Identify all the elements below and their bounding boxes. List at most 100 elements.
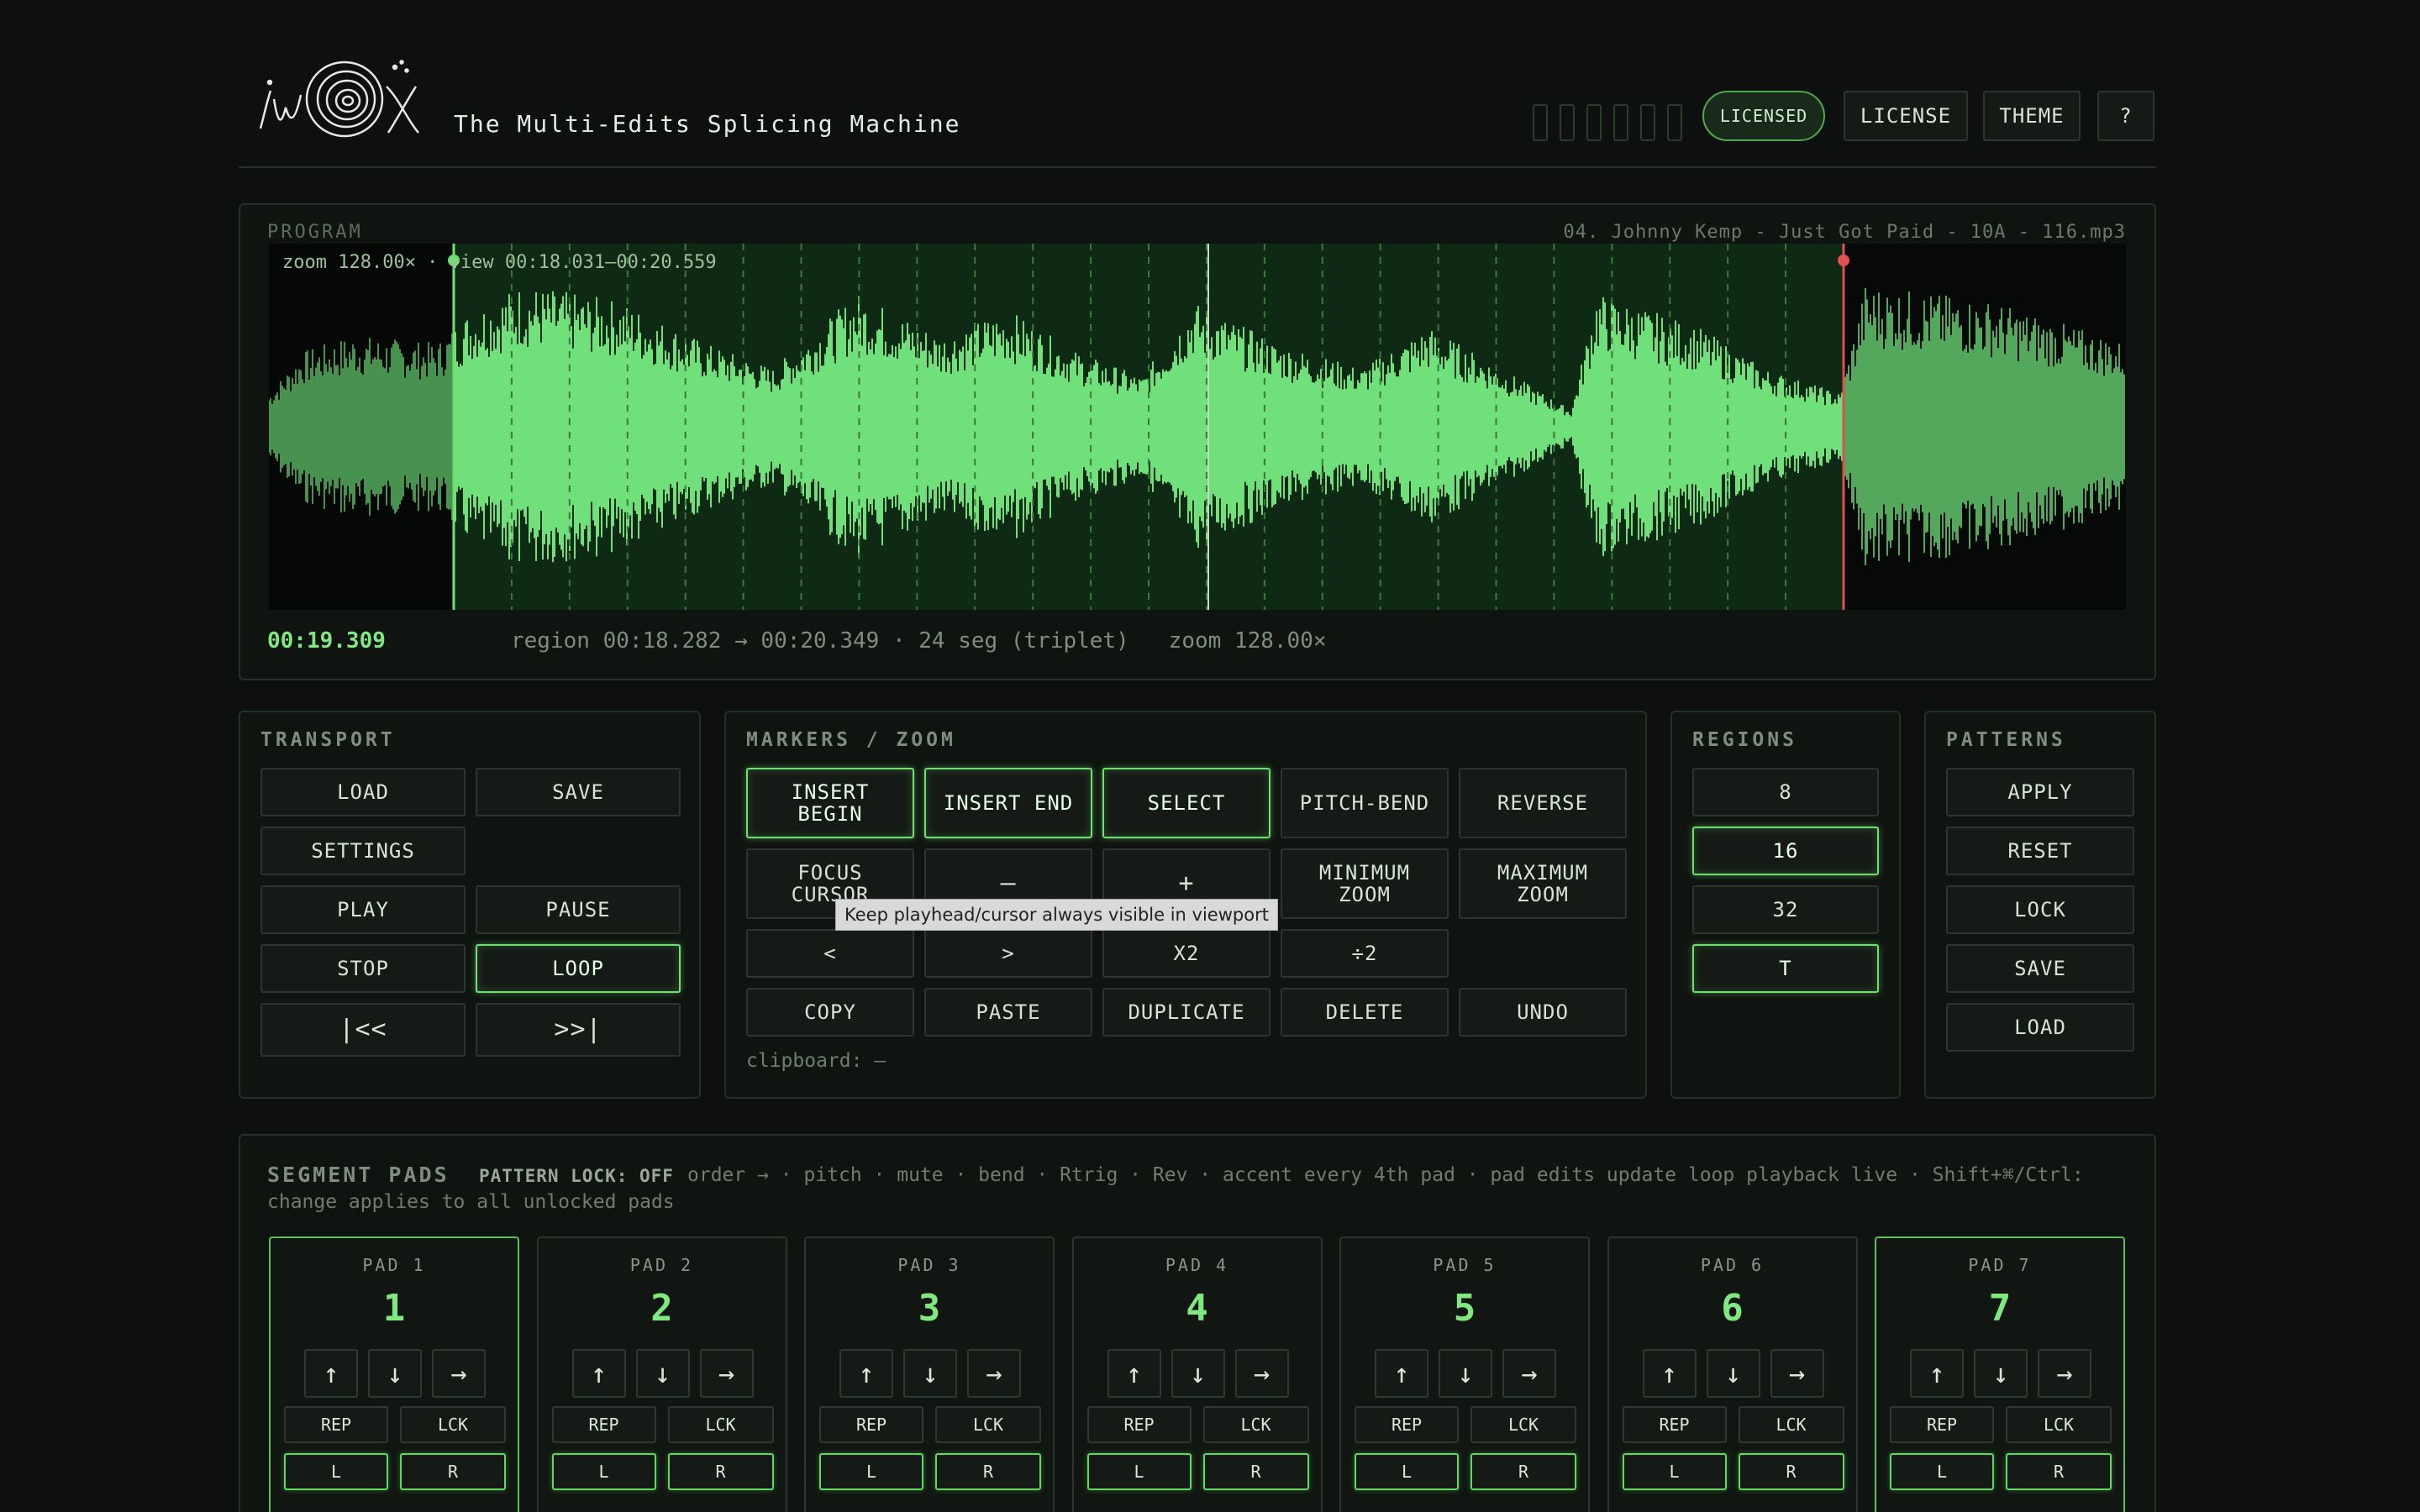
right-channel-button[interactable]: R: [1470, 1453, 1576, 1490]
play-button[interactable]: PLAY: [260, 885, 466, 934]
lock-pad-button[interactable]: LCK: [1738, 1406, 1844, 1443]
undo-button[interactable]: UNDO: [1459, 988, 1627, 1037]
arrow-right-icon[interactable]: →: [699, 1349, 754, 1398]
rep-button[interactable]: REP: [819, 1406, 923, 1443]
stop-button[interactable]: STOP: [260, 944, 466, 993]
arrow-up-icon[interactable]: ↑: [571, 1349, 626, 1398]
load-button[interactable]: LOAD: [260, 768, 466, 816]
nudge-right-button[interactable]: >: [924, 929, 1092, 978]
theme-button[interactable]: THEME: [1983, 91, 2081, 141]
region-32-button[interactable]: 32: [1692, 885, 1879, 934]
skip-forward-button[interactable]: >>|: [476, 1003, 681, 1057]
rep-button[interactable]: REP: [1890, 1406, 1994, 1443]
pattern-reset-button[interactable]: RESET: [1946, 827, 2134, 875]
left-channel-button[interactable]: L: [1890, 1453, 1994, 1490]
nudge-left-button[interactable]: <: [746, 929, 914, 978]
segment-pad[interactable]: PAD 66↑↓→REPLCKLRPITCH 0.0%: [1607, 1236, 1858, 1512]
region-end-handle[interactable]: [1838, 255, 1849, 266]
left-channel-button[interactable]: L: [1622, 1453, 1727, 1490]
arrow-right-icon[interactable]: →: [967, 1349, 1021, 1398]
arrow-right-icon[interactable]: →: [2038, 1349, 2091, 1398]
arrow-up-icon[interactable]: ↑: [1375, 1349, 1428, 1398]
arrow-down-icon[interactable]: ↓: [635, 1349, 690, 1398]
arrow-down-icon[interactable]: ↓: [1439, 1349, 1492, 1398]
lock-pad-button[interactable]: LCK: [1470, 1406, 1576, 1443]
right-channel-button[interactable]: R: [2006, 1453, 2112, 1490]
out-region-left: [269, 244, 454, 610]
right-channel-button[interactable]: R: [1738, 1453, 1844, 1490]
arrow-down-icon[interactable]: ↓: [1974, 1349, 2028, 1398]
help-button[interactable]: ?: [2097, 91, 2154, 141]
arrow-up-icon[interactable]: ↑: [1910, 1349, 1964, 1398]
rep-button[interactable]: REP: [284, 1406, 388, 1443]
segment-pads-help: order → · pitch · mute · bend · Rtrig · …: [687, 1164, 2084, 1186]
lock-pad-button[interactable]: LCK: [2006, 1406, 2112, 1443]
copy-button[interactable]: COPY: [746, 988, 914, 1037]
reverse-button[interactable]: REVERSE: [1459, 768, 1627, 838]
left-channel-button[interactable]: L: [1355, 1453, 1459, 1490]
right-channel-button[interactable]: R: [400, 1453, 506, 1490]
lock-pad-button[interactable]: LCK: [935, 1406, 1041, 1443]
left-channel-button[interactable]: L: [551, 1453, 656, 1490]
pattern-save-button[interactable]: SAVE: [1946, 944, 2134, 993]
duplicate-button[interactable]: DUPLICATE: [1102, 988, 1270, 1037]
loop-button[interactable]: LOOP: [476, 944, 681, 993]
insert-end-button[interactable]: INSERT END: [924, 768, 1092, 838]
lock-pad-button[interactable]: LCK: [1202, 1406, 1309, 1443]
delete-button[interactable]: DELETE: [1281, 988, 1449, 1037]
segment-pad[interactable]: PAD 55↑↓→REPLCKLRPITCH 0.0%: [1339, 1236, 1590, 1512]
left-channel-button[interactable]: L: [819, 1453, 923, 1490]
select-button[interactable]: SELECT: [1102, 768, 1270, 838]
rep-button[interactable]: REP: [1622, 1406, 1727, 1443]
arrow-up-icon[interactable]: ↑: [1642, 1349, 1697, 1398]
arrow-right-icon[interactable]: →: [1770, 1349, 1824, 1398]
segment-pad[interactable]: PAD 77↑↓→REPLCKLRPITCH 0.0%: [1875, 1236, 2125, 1512]
maximum-zoom-button[interactable]: MAXIMUM ZOOM: [1459, 848, 1627, 919]
insert-begin-button[interactable]: INSERT BEGIN: [746, 768, 914, 838]
save-button[interactable]: SAVE: [476, 768, 681, 816]
pattern-lock-button[interactable]: LOCK: [1946, 885, 2134, 934]
minimum-zoom-button[interactable]: MINIMUM ZOOM: [1281, 848, 1449, 919]
segment-pad[interactable]: PAD 33↑↓→REPLCKLRPITCH 0.0%: [804, 1236, 1055, 1512]
arrow-down-icon[interactable]: ↓: [368, 1349, 422, 1398]
lock-pad-button[interactable]: LCK: [400, 1406, 506, 1443]
arrow-down-icon[interactable]: ↓: [903, 1349, 957, 1398]
pitch-bend-button[interactable]: PITCH-BEND: [1281, 768, 1449, 838]
segment-pad[interactable]: PAD 11↑↓→REPLCKLRPITCH 0.0%: [269, 1236, 519, 1512]
arrow-up-icon[interactable]: ↑: [1107, 1349, 1161, 1398]
arrow-down-icon[interactable]: ↓: [1171, 1349, 1225, 1398]
left-channel-button[interactable]: L: [284, 1453, 388, 1490]
rep-button[interactable]: REP: [1355, 1406, 1459, 1443]
arrow-up-icon[interactable]: ↑: [304, 1349, 358, 1398]
clipboard-status: clipboard: —: [746, 1050, 886, 1072]
rep-button[interactable]: REP: [551, 1406, 656, 1443]
paste-button[interactable]: PASTE: [924, 988, 1092, 1037]
region-16-button[interactable]: 16: [1692, 827, 1879, 875]
pad-label: PAD 1: [362, 1255, 426, 1275]
arrow-down-icon[interactable]: ↓: [1706, 1349, 1760, 1398]
left-channel-button[interactable]: L: [1086, 1453, 1192, 1490]
pause-button[interactable]: PAUSE: [476, 885, 681, 934]
region-8-button[interactable]: 8: [1692, 768, 1879, 816]
rep-button[interactable]: REP: [1086, 1406, 1192, 1443]
right-channel-button[interactable]: R: [1202, 1453, 1309, 1490]
region-triplet-button[interactable]: T: [1692, 944, 1879, 993]
segment-pad[interactable]: PAD 44↑↓→REPLCKLRPITCH 0.0%: [1071, 1236, 1323, 1512]
license-button[interactable]: LICENSE: [1844, 91, 1968, 141]
skip-back-button[interactable]: |<<: [260, 1003, 466, 1057]
pattern-load-button[interactable]: LOAD: [1946, 1003, 2134, 1052]
pad-number: 2: [650, 1287, 673, 1330]
arrow-right-icon[interactable]: →: [432, 1349, 486, 1398]
arrow-up-icon[interactable]: ↑: [839, 1349, 893, 1398]
double-button[interactable]: X2: [1102, 929, 1270, 978]
waveform-view[interactable]: [269, 244, 2126, 610]
lock-pad-button[interactable]: LCK: [667, 1406, 774, 1443]
settings-button[interactable]: SETTINGS: [260, 827, 466, 875]
pattern-apply-button[interactable]: APPLY: [1946, 768, 2134, 816]
right-channel-button[interactable]: R: [935, 1453, 1041, 1490]
segment-pad[interactable]: PAD 22↑↓→REPLCKLRPITCH 0.0%: [536, 1236, 787, 1512]
arrow-right-icon[interactable]: →: [1234, 1349, 1289, 1398]
arrow-right-icon[interactable]: →: [1502, 1349, 1556, 1398]
right-channel-button[interactable]: R: [667, 1453, 774, 1490]
halve-button[interactable]: ÷2: [1281, 929, 1449, 978]
